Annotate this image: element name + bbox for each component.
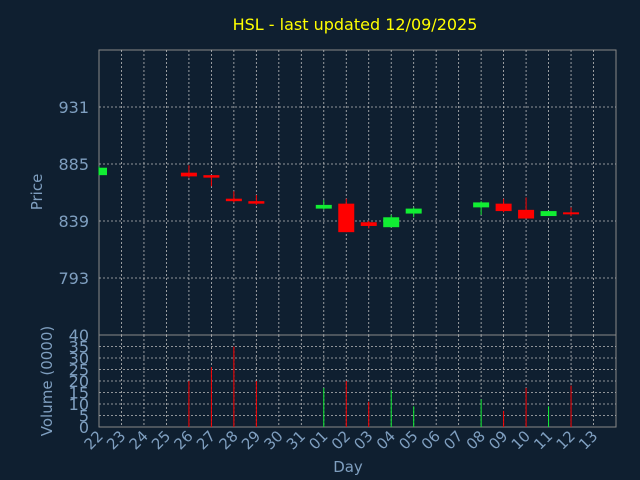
price-tick-label: 931 xyxy=(58,98,89,117)
x-axis-label: Day xyxy=(333,458,363,476)
candle-body xyxy=(563,212,580,215)
price-panel: 793 839 885 931 xyxy=(58,49,617,336)
x-axis: 2223242526272829303101020304050607080910… xyxy=(81,427,602,453)
candle-body xyxy=(360,222,377,226)
chart-title: HSL - last updated 12/09/2025 xyxy=(233,15,478,34)
price-frame xyxy=(98,49,617,336)
volume-tick-label: 40 xyxy=(69,326,89,345)
candle-body xyxy=(225,198,242,202)
candle-body xyxy=(383,217,400,228)
candle-body xyxy=(473,202,490,208)
candle-body xyxy=(180,172,197,177)
candle-body xyxy=(315,204,332,209)
candle-body xyxy=(540,211,557,217)
candle-body xyxy=(338,203,355,233)
candle-body xyxy=(518,209,535,219)
volume-panel: 0510152025303540 xyxy=(69,326,617,437)
price-axis-label: Price xyxy=(28,174,46,211)
candle-body xyxy=(203,175,220,178)
volume-axis-label: Volume (0000) xyxy=(38,326,56,436)
candle-body xyxy=(99,167,107,176)
price-tick-label: 839 xyxy=(58,212,89,231)
x-tick-label: 13 xyxy=(575,427,601,453)
candle-body xyxy=(248,201,265,204)
candle-body xyxy=(405,208,422,214)
candle-body xyxy=(495,203,512,212)
stock-chart: HSL - last updated 12/09/2025 793 839 885 9… xyxy=(28,15,617,476)
price-tick-label: 885 xyxy=(58,155,89,174)
price-tick-label: 793 xyxy=(58,269,89,288)
